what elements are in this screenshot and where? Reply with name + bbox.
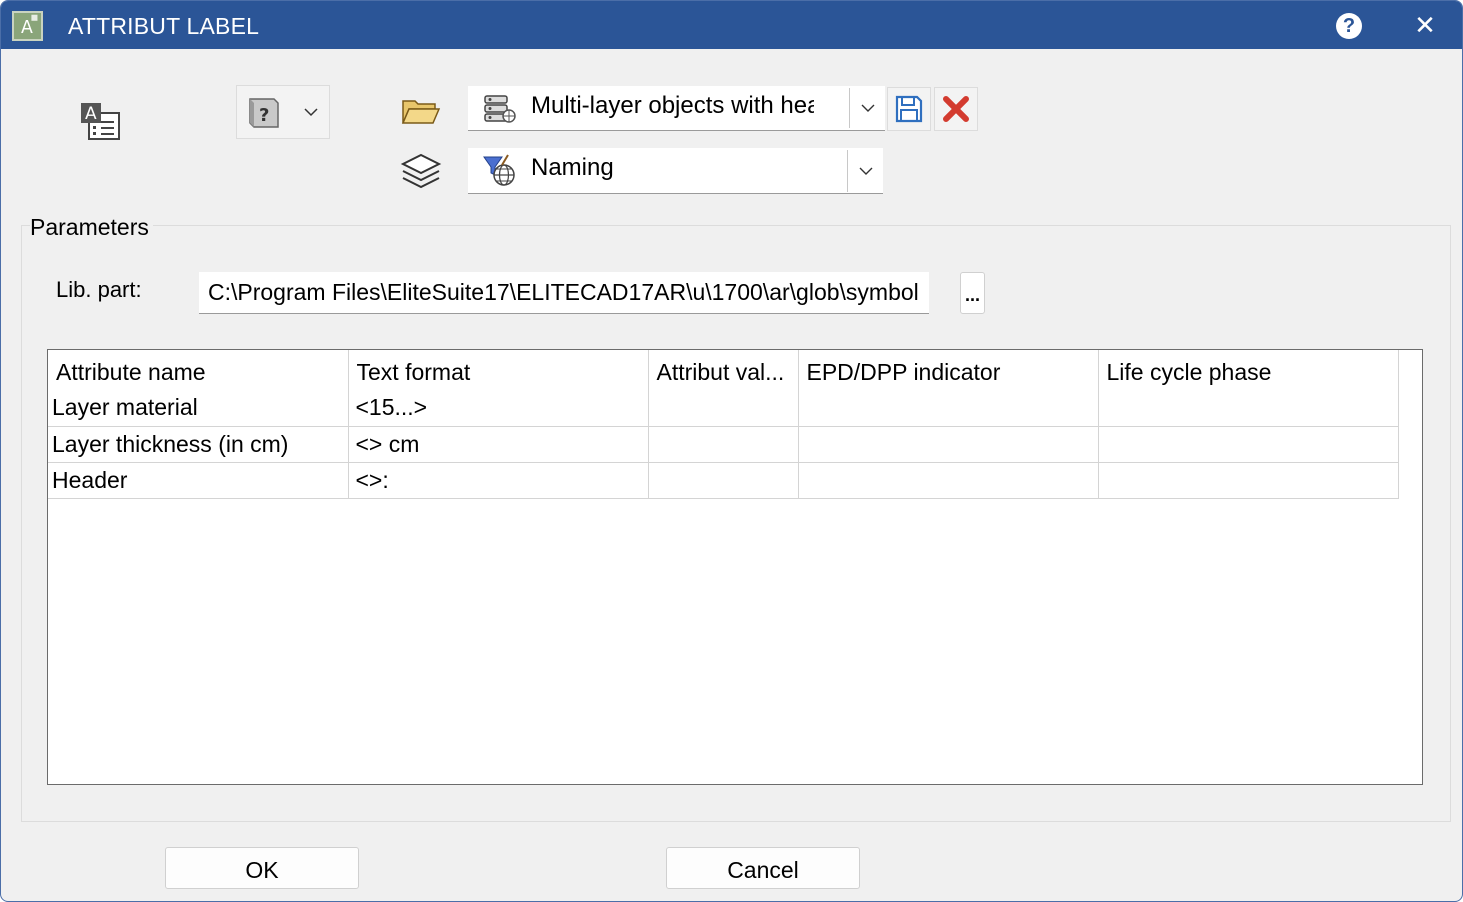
category-dropdown[interactable]: Naming: [468, 148, 883, 194]
attribute-table[interactable]: Attribute name Text format Attribut val.…: [47, 349, 1423, 785]
cell-attribute-name[interactable]: Layer material: [48, 390, 349, 427]
cell-attribute-name[interactable]: Header: [48, 462, 349, 499]
chevron-down-icon: [859, 167, 873, 175]
delete-button[interactable]: [934, 87, 978, 131]
close-button[interactable]: ✕: [1409, 9, 1441, 41]
attribute-label-icon: A: [79, 101, 123, 143]
save-button[interactable]: [887, 87, 931, 131]
svg-text:A: A: [21, 18, 33, 38]
category-dropdown-button[interactable]: [847, 150, 883, 192]
cancel-button[interactable]: Cancel: [666, 847, 860, 889]
app-icon: A: [12, 11, 43, 41]
save-icon: [895, 95, 923, 123]
delete-x-icon: [943, 96, 969, 122]
ok-button[interactable]: OK: [165, 847, 359, 889]
column-header-life-cycle-phase[interactable]: Life cycle phase: [1098, 350, 1399, 390]
column-header-attribut-value[interactable]: Attribut val...: [648, 350, 799, 390]
lib-part-input[interactable]: C:\Program Files\EliteSuite17\ELITECAD17…: [199, 272, 929, 314]
help-style-dropdown[interactable]: ?: [236, 85, 330, 139]
lib-part-label: Lib. part:: [56, 277, 142, 302]
naming-globe-filter-icon: [483, 154, 515, 186]
parameters-title: Parameters: [30, 214, 153, 241]
table-row[interactable]: Layer thickness (in cm) <> cm: [48, 426, 1399, 463]
cell-text-format[interactable]: <> cm: [348, 426, 649, 463]
window-title: ATTRIBUT LABEL: [68, 13, 260, 39]
table-row[interactable]: Header <>:: [48, 462, 1399, 499]
cell-epd-dpp-indicator[interactable]: [798, 462, 1099, 499]
svg-text:A: A: [85, 104, 97, 124]
open-folder-icon[interactable]: [401, 95, 441, 127]
layers-icon: [399, 151, 443, 193]
chevron-down-icon: [304, 108, 318, 117]
cell-attribut-value[interactable]: [648, 390, 799, 427]
column-header-epd-dpp-indicator[interactable]: EPD/DPP indicator: [798, 350, 1099, 390]
cell-life-cycle-phase[interactable]: [1098, 426, 1399, 463]
cell-attribut-value[interactable]: [648, 462, 799, 499]
template-dropdown[interactable]: Multi-layer objects with header: [468, 86, 885, 131]
column-header-text-format[interactable]: Text format: [348, 350, 649, 390]
multi-layer-database-icon: [484, 95, 516, 123]
browse-button[interactable]: ...: [960, 272, 985, 314]
template-dropdown-button[interactable]: [849, 88, 885, 128]
chevron-down-icon: [861, 104, 875, 112]
cell-text-format[interactable]: <>:: [348, 462, 649, 499]
cell-text-format[interactable]: <15...>: [348, 390, 649, 427]
table-row[interactable]: Layer material <15...>: [48, 390, 1399, 427]
help-button[interactable]: ?: [1336, 13, 1362, 39]
cell-life-cycle-phase[interactable]: [1098, 462, 1399, 499]
cell-epd-dpp-indicator[interactable]: [798, 426, 1099, 463]
help-book-icon: ?: [249, 98, 279, 128]
lib-part-value: C:\Program Files\EliteSuite17\ELITECAD17…: [208, 279, 919, 305]
cell-epd-dpp-indicator[interactable]: [798, 390, 1099, 427]
cell-life-cycle-phase[interactable]: [1098, 390, 1399, 427]
column-header-attribute-name[interactable]: Attribute name: [48, 350, 349, 390]
attribut-label-dialog: A ATTRIBUT LABEL ? ✕ A ? Multi-layer obj…: [0, 0, 1463, 902]
title-bar: A ATTRIBUT LABEL ? ✕: [1, 1, 1462, 49]
cell-attribut-value[interactable]: [648, 426, 799, 463]
table-header-row: Attribute name Text format Attribut val.…: [48, 350, 1399, 390]
cell-attribute-name[interactable]: Layer thickness (in cm): [48, 426, 349, 463]
template-value: Multi-layer objects with header: [531, 92, 814, 119]
category-value: Naming: [531, 154, 614, 181]
svg-text:?: ?: [259, 105, 269, 126]
